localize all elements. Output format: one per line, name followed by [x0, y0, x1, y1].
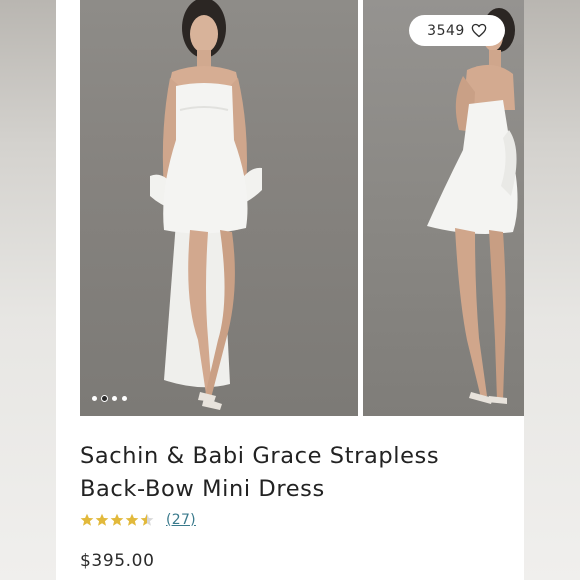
product-price: $395.00 — [80, 551, 155, 571]
star-icon — [110, 513, 124, 526]
product-photo-front[interactable] — [80, 0, 358, 416]
star-icon — [125, 513, 139, 526]
background-blur-left — [0, 0, 56, 580]
carousel-dot-active[interactable] — [102, 396, 107, 401]
product-card: 3549 Sachin & Babi Grace Strapless Back-… — [56, 0, 524, 580]
star-icon — [95, 513, 109, 526]
carousel-indicator[interactable] — [92, 396, 127, 401]
heart-icon — [471, 23, 487, 38]
model-front-illustration — [150, 0, 262, 410]
carousel-dot[interactable] — [122, 396, 127, 401]
star-icon — [140, 513, 154, 526]
carousel-dot[interactable] — [92, 396, 97, 401]
carousel-dot[interactable] — [112, 396, 117, 401]
review-count-link[interactable]: (27) — [166, 512, 196, 528]
product-title: Sachin & Babi Grace Strapless Back-Bow M… — [80, 443, 440, 502]
like-button[interactable]: 3549 — [409, 15, 505, 46]
model-back-illustration — [427, 8, 518, 404]
product-rating[interactable]: (27) — [80, 512, 196, 528]
product-image-gallery[interactable]: 3549 — [80, 0, 524, 416]
star-icon — [80, 513, 94, 526]
product-photo-back[interactable] — [363, 0, 524, 416]
background-blur-right — [524, 0, 580, 580]
rating-stars — [80, 513, 154, 527]
like-count: 3549 — [427, 22, 465, 39]
